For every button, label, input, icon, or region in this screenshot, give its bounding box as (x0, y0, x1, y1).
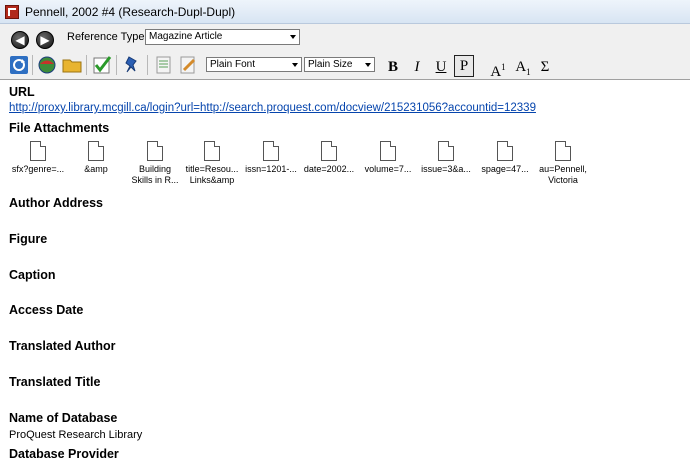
name-of-database-field[interactable]: ProQuest Research Library (9, 429, 142, 441)
folder-icon[interactable] (62, 55, 82, 75)
symbol-button[interactable]: Σ (535, 57, 555, 77)
chevron-down-icon (365, 63, 371, 67)
author-address-label: Author Address (9, 196, 103, 210)
bold-button[interactable]: B (383, 57, 403, 77)
refresh-icon[interactable] (9, 55, 29, 75)
attachment-item[interactable]: volume=7... (357, 141, 419, 175)
document-icon (321, 141, 337, 161)
superscript-base: A (490, 64, 502, 80)
attachment-item[interactable]: issn=1201-... (240, 141, 302, 175)
attachment-label: Building Skills in R... (131, 164, 179, 185)
document-icon (88, 141, 104, 161)
translated-author-label: Translated Author (9, 339, 116, 353)
attachment-label: date=2002... (303, 164, 355, 174)
database-provider-label: Database Provider (9, 447, 119, 461)
attachment-label: spage=47... (481, 164, 529, 174)
pin-icon[interactable] (122, 55, 142, 75)
attachment-label: au=Pennell, Victoria (539, 164, 587, 185)
toolbar-separator (116, 55, 117, 75)
document-icon (263, 141, 279, 161)
subscript-button[interactable]: A1 (512, 57, 534, 77)
reference-type-value: Magazine Article (149, 31, 223, 42)
subscript-base: A (515, 59, 527, 75)
back-arrow-icon[interactable]: ◀ (11, 31, 29, 49)
file-attachments-label: File Attachments (9, 121, 110, 135)
document-icon (555, 141, 571, 161)
document-icon (380, 141, 396, 161)
attachment-item[interactable]: date=2002... (298, 141, 360, 175)
attachment-item[interactable]: au=Pennell, Victoria (532, 141, 594, 186)
document-icon (204, 141, 220, 161)
subscript-mark: 1 (526, 67, 531, 77)
chevron-down-icon (290, 35, 296, 39)
document-icon (147, 141, 163, 161)
reference-type-select[interactable]: Magazine Article (145, 29, 300, 45)
size-select[interactable]: Plain Size (304, 57, 375, 72)
name-of-database-label: Name of Database (9, 411, 118, 425)
toolbar-separator (32, 55, 33, 75)
reference-toolbar: ◀ ▶ Reference Type: Magazine Article Pla… (0, 24, 690, 80)
note-icon[interactable] (154, 55, 174, 75)
reference-type-label: Reference Type: (67, 31, 148, 43)
checklist-icon[interactable] (92, 55, 112, 75)
attachment-item[interactable]: Building Skills in R... (124, 141, 186, 186)
endnote-app-icon (5, 4, 19, 19)
attachment-item[interactable]: issue=3&a... (415, 141, 477, 175)
document-icon (497, 141, 513, 161)
attachment-label: issn=1201-... (245, 164, 297, 174)
edit-note-icon[interactable] (178, 55, 198, 75)
attachment-item[interactable]: title=Resou... Links&amp (181, 141, 243, 186)
caption-label: Caption (9, 268, 56, 282)
attachment-label: &amp (84, 164, 108, 174)
superscript-button[interactable]: A1 (487, 57, 509, 80)
attachment-label: title=Resou... Links&amp (185, 164, 239, 185)
title-bar: Pennell, 2002 #4 (Research-Dupl-Dupl) (0, 0, 690, 24)
document-icon (438, 141, 454, 161)
attachment-label: issue=3&a... (421, 164, 471, 174)
attachment-label: sfx?genre=... (11, 164, 65, 174)
document-icon (30, 141, 46, 161)
globe-icon[interactable] (37, 55, 57, 75)
url-label: URL (9, 85, 35, 99)
attachment-item[interactable]: &amp (65, 141, 127, 175)
window-title: Pennell, 2002 #4 (Research-Dupl-Dupl) (25, 4, 236, 19)
underline-button[interactable]: U (431, 57, 451, 77)
toolbar-separator (86, 55, 87, 75)
access-date-label: Access Date (9, 303, 84, 317)
plain-button[interactable]: P (454, 55, 474, 77)
url-link[interactable]: http://proxy.library.mcgill.ca/login?url… (9, 102, 536, 114)
reference-fields: URL http://proxy.library.mcgill.ca/login… (0, 80, 690, 475)
size-select-value: Plain Size (308, 59, 353, 70)
forward-arrow-icon[interactable]: ▶ (36, 31, 54, 49)
attachment-item[interactable]: sfx?genre=... (7, 141, 69, 175)
attachment-label: volume=7... (364, 164, 412, 174)
toolbar-separator (147, 55, 148, 75)
font-select-value: Plain Font (210, 59, 256, 70)
attachment-item[interactable]: spage=47... (474, 141, 536, 175)
translated-title-label: Translated Title (9, 375, 101, 389)
font-select[interactable]: Plain Font (206, 57, 302, 72)
superscript-mark: 1 (501, 62, 506, 72)
chevron-down-icon (292, 63, 298, 67)
figure-label: Figure (9, 232, 48, 246)
italic-button[interactable]: I (407, 57, 427, 77)
